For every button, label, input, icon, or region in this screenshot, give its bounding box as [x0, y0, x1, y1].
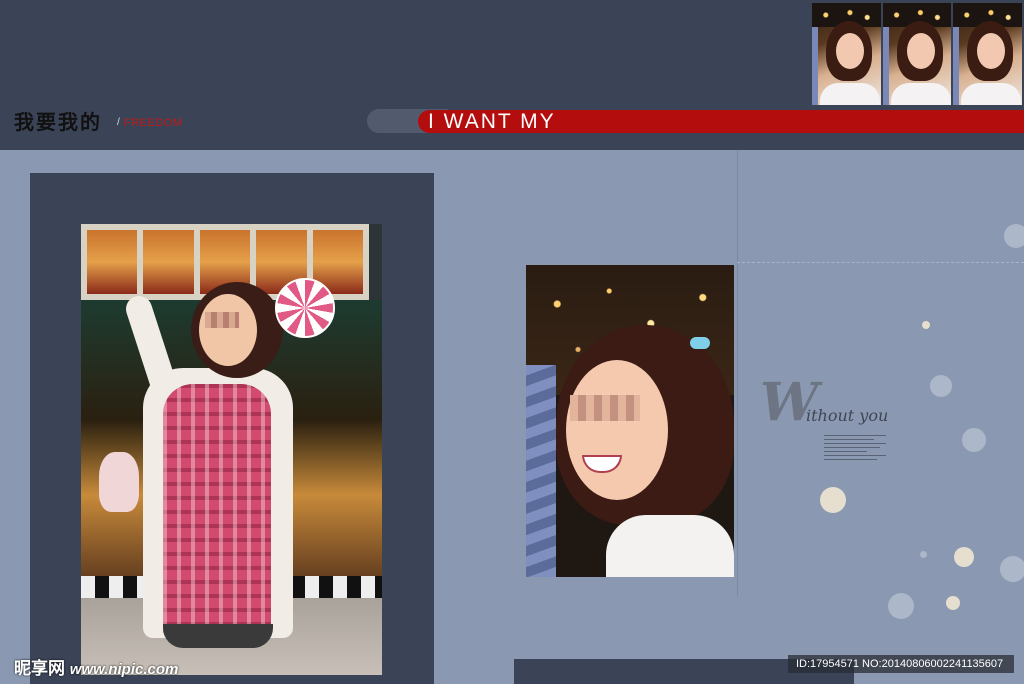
plaid-dress: [163, 384, 271, 640]
decor-dot: [954, 547, 974, 567]
thumbnail-photo: [812, 3, 881, 105]
headline-bar: I WANT MY: [418, 110, 1024, 133]
watermark-site-cn: 昵享网: [14, 659, 65, 678]
thumbnail-strip: [812, 3, 1023, 105]
watermark-id: ID:17954571 NO:20140806002241135607: [788, 655, 1014, 673]
striped-pole: [526, 365, 556, 577]
pixelated-eyes: [205, 312, 239, 328]
freedom-label: FREEDOM: [124, 117, 183, 129]
face: [566, 360, 668, 500]
decor-dot: [920, 551, 927, 558]
decor-dot: [962, 428, 986, 452]
decor-dot: [888, 593, 914, 619]
left-photo: [81, 224, 382, 675]
skirt: [163, 624, 273, 648]
thumbnail-photo: [953, 3, 1023, 105]
decor-dot: [1000, 556, 1024, 582]
watermark-site: 昵享网 www.nipic.com: [14, 654, 178, 679]
page-title: 我要我的: [14, 110, 102, 134]
right-photo: [526, 265, 734, 577]
watermark-url: www.nipic.com: [69, 661, 179, 678]
guide-line-horizontal: [737, 262, 1024, 263]
thumbnail-photo: [882, 3, 952, 105]
decor-dot: [1004, 224, 1024, 248]
decor-dot: [922, 321, 930, 329]
teddy-bear: [99, 452, 139, 512]
headline-text: I WANT MY: [428, 110, 556, 133]
decor-dot: [946, 596, 960, 610]
face: [199, 294, 257, 366]
decor-dot: [930, 375, 952, 397]
hair-clip: [690, 337, 710, 349]
decor-without-you: ithout you: [806, 406, 889, 425]
pixelated-eyes: [570, 395, 640, 421]
decor-dot: [820, 487, 846, 513]
lollipop-icon: [275, 278, 335, 338]
title-slash: /: [117, 117, 120, 128]
fine-print-block: [824, 435, 886, 463]
guide-line-vertical: [737, 150, 738, 596]
white-top: [606, 515, 734, 577]
